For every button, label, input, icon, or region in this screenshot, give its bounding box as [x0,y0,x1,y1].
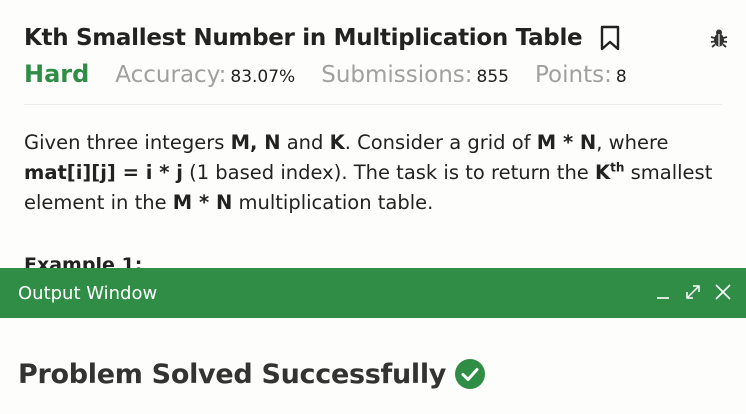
desc-var-kth: K [595,161,611,184]
title-row: Kth Smallest Number in Multiplication Ta… [24,24,622,52]
bug-icon[interactable] [710,28,728,48]
desc-var-m: M, [230,131,265,154]
desc-text: Given three integers [24,131,231,154]
output-window-header[interactable]: Output Window [0,268,746,318]
desc-var-mn: M * N [536,131,597,154]
desc-var-mat: mat[i][j] = i * j [24,161,183,184]
accuracy-label: Accuracy: [115,62,227,88]
bookmark-icon[interactable] [600,24,622,52]
desc-text: (1 based index). The task is to return t… [182,161,595,184]
desc-text: , where [596,131,669,154]
points-label: Points: [534,62,612,88]
output-window-body: Problem Solved Successfully [0,318,746,414]
desc-var-n: N [264,131,281,154]
desc-text: . Consider a grid of [344,131,537,154]
minimize-icon[interactable] [654,283,672,301]
expand-icon[interactable] [684,283,702,301]
problem-description: Given three integers M, N and K. Conside… [24,128,726,218]
desc-text: and [280,131,330,154]
problem-meta: Hard Accuracy: 83.07% Submissions: 855 P… [24,60,653,88]
success-message: Problem Solved Successfully [18,358,447,390]
close-icon[interactable] [714,283,732,301]
divider [24,104,722,105]
desc-superscript: th [610,160,625,175]
problem-panel: Kth Smallest Number in Multiplication Ta… [0,0,746,268]
output-window-title: Output Window [18,282,158,304]
points-value: 8 [615,67,627,87]
example-heading: Example 1: [24,254,143,268]
submissions-label: Submissions: [321,62,473,88]
desc-text: multiplication table. [232,191,434,214]
desc-var-mn: M * N [172,191,233,214]
difficulty-badge: Hard [24,60,90,88]
submissions-value: 855 [476,67,509,87]
desc-var-k: K [329,131,345,154]
window-controls [654,283,732,301]
success-row: Problem Solved Successfully [18,358,486,390]
problem-title: Kth Smallest Number in Multiplication Ta… [24,25,583,51]
check-circle-icon [454,358,486,390]
accuracy-value: 83.07% [230,67,296,87]
